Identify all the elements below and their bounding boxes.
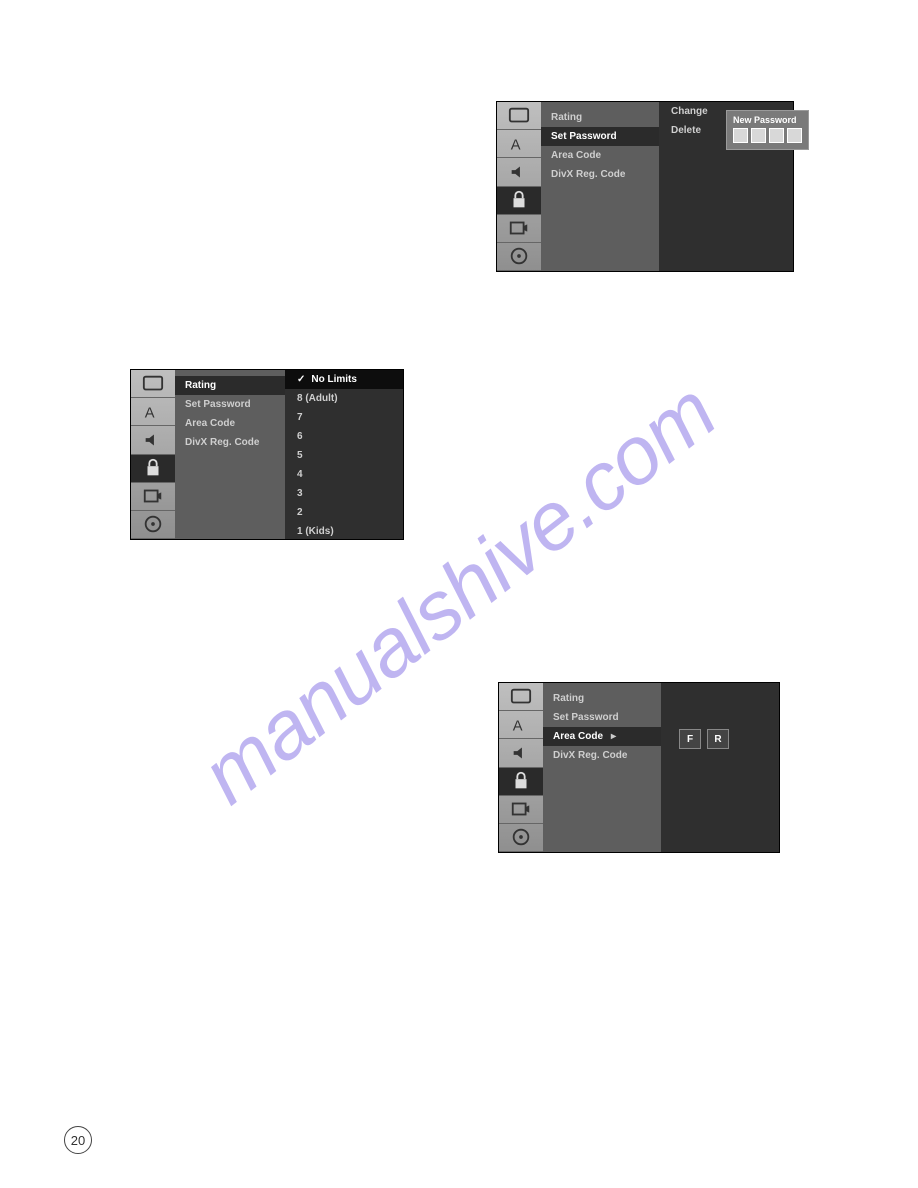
menu-set-password[interactable]: Set Password	[543, 708, 661, 727]
icon-record	[497, 215, 541, 243]
area-code-panel: F R	[661, 683, 779, 852]
svg-text:A: A	[511, 137, 521, 153]
icon-lock	[497, 187, 541, 215]
icon-language: A	[497, 130, 541, 158]
password-input-boxes[interactable]	[733, 128, 802, 143]
icon-display	[499, 683, 543, 711]
icon-audio	[497, 158, 541, 186]
icon-audio	[499, 739, 543, 767]
rating-5[interactable]: 5	[285, 446, 403, 465]
menu-divx[interactable]: DivX Reg. Code	[543, 746, 661, 765]
rating-2[interactable]: 2	[285, 503, 403, 522]
icon-display	[497, 102, 541, 130]
rating-7[interactable]: 7	[285, 408, 403, 427]
icon-disc	[497, 243, 541, 271]
menu-items: Rating Set Password Area Code DivX Reg. …	[175, 370, 285, 539]
menu-items: Rating Set Password Area Code DivX Reg. …	[541, 102, 659, 271]
menu-right-column: Change Delete New Password	[659, 102, 793, 271]
area-code-char-2: R	[707, 729, 729, 749]
popup-title: New Password	[733, 115, 797, 125]
icon-record	[499, 796, 543, 824]
rating-4[interactable]: 4	[285, 465, 403, 484]
rating-3[interactable]: 3	[285, 484, 403, 503]
page-number: 20	[64, 1126, 92, 1154]
screenshot-set-password: A Rating Set Password Area Code DivX Reg…	[496, 101, 794, 272]
new-password-popup: New Password	[726, 110, 809, 150]
icon-display	[131, 370, 175, 398]
svg-text:A: A	[145, 405, 155, 421]
icon-lock	[131, 455, 175, 483]
screenshot-area-code: A Rating Set Password Area Code DivX Reg…	[498, 682, 780, 853]
icon-language: A	[131, 398, 175, 426]
rating-no-limits[interactable]: No Limits	[285, 370, 403, 389]
menu-area-code[interactable]: Area Code	[541, 146, 659, 165]
icon-disc	[499, 824, 543, 852]
area-code-value[interactable]: F R	[679, 729, 729, 749]
screenshot-rating: A Rating Set Password Area Code DivX Reg…	[130, 369, 404, 540]
menu-rating[interactable]: Rating	[543, 689, 661, 708]
menu-set-password[interactable]: Set Password	[175, 395, 285, 414]
menu-set-password[interactable]: Set Password	[541, 127, 659, 146]
menu-rating[interactable]: Rating	[175, 376, 285, 395]
menu-area-code[interactable]: Area Code	[175, 414, 285, 433]
rating-1[interactable]: 1 (Kids)	[285, 522, 403, 541]
icon-language: A	[499, 711, 543, 739]
rating-options: No Limits 8 (Adult) 7 6 5 4 3 2 1 (Kids)	[285, 370, 403, 539]
menu-divx[interactable]: DivX Reg. Code	[175, 433, 285, 452]
area-code-char-1: F	[679, 729, 701, 749]
menu-area-code[interactable]: Area Code	[543, 727, 661, 746]
page-number-value: 20	[64, 1126, 92, 1154]
rating-6[interactable]: 6	[285, 427, 403, 446]
rating-8[interactable]: 8 (Adult)	[285, 389, 403, 408]
menu-sidebar: A	[131, 370, 175, 539]
menu-divx[interactable]: DivX Reg. Code	[541, 165, 659, 184]
menu-sidebar: A	[497, 102, 541, 271]
icon-audio	[131, 426, 175, 454]
menu-items: Rating Set Password Area Code DivX Reg. …	[543, 683, 661, 852]
menu-sidebar: A	[499, 683, 543, 852]
icon-record	[131, 483, 175, 511]
icon-disc	[131, 511, 175, 539]
svg-text:A: A	[513, 718, 523, 734]
menu-rating[interactable]: Rating	[541, 108, 659, 127]
icon-lock	[499, 768, 543, 796]
